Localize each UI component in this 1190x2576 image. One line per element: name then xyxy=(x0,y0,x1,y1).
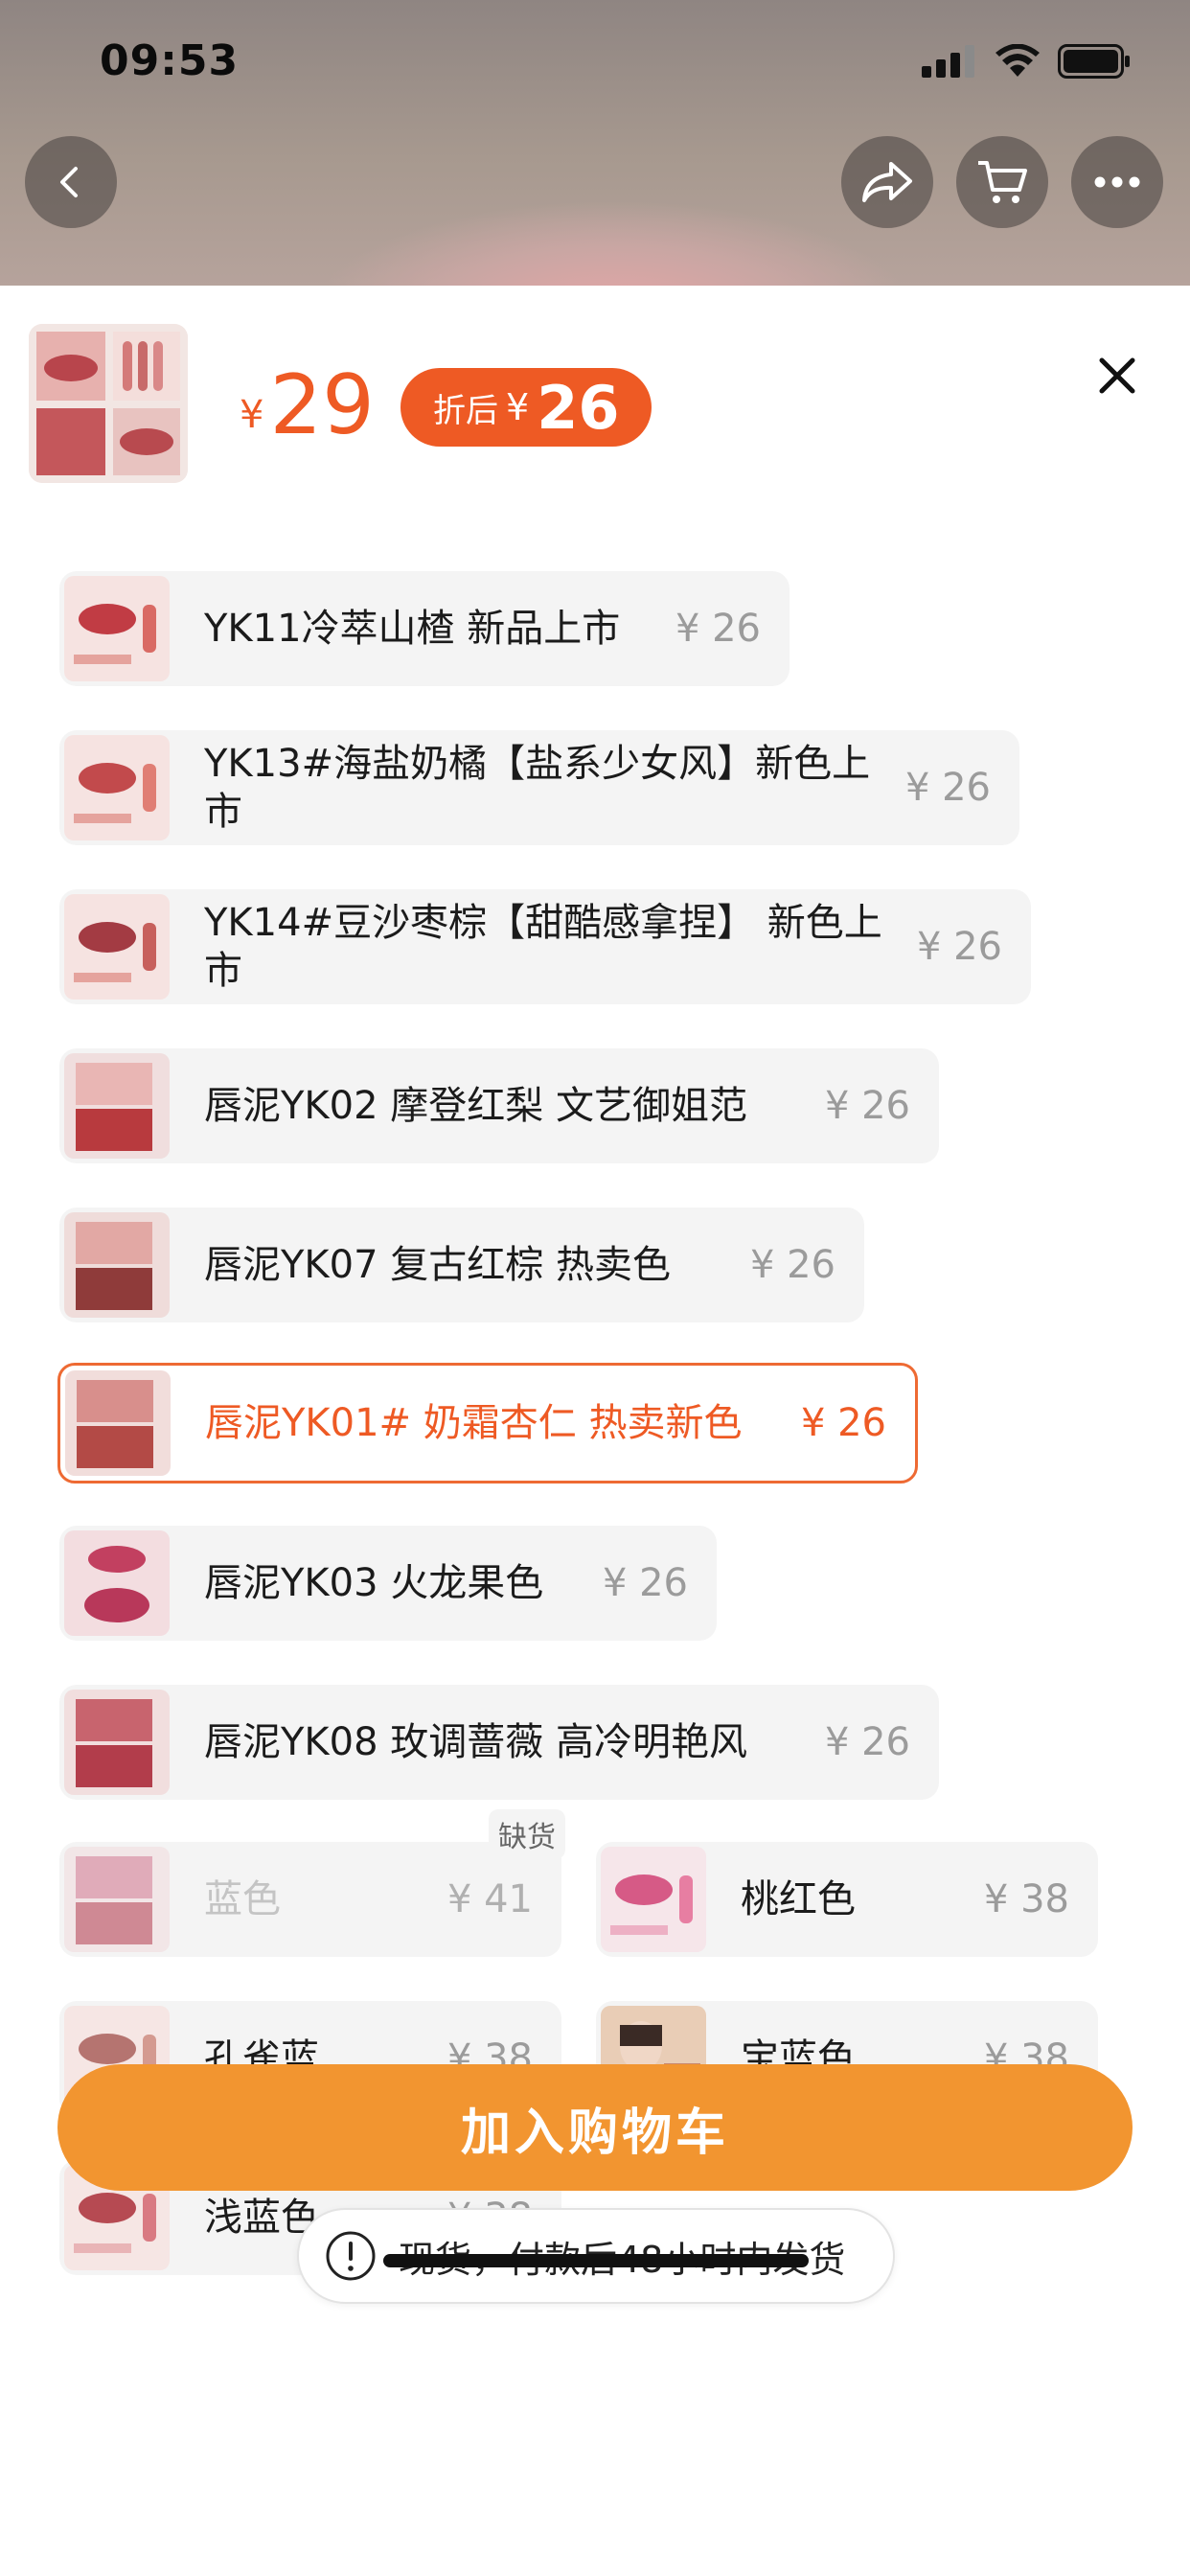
sku-name: YK11冷萃山楂 新品上市 xyxy=(204,607,621,651)
sku-price: ¥ 26 xyxy=(904,766,991,810)
price-currency: ¥ xyxy=(240,393,264,437)
sku-name: 唇泥YK01# 奶霜杏仁 热卖新色 xyxy=(205,1401,743,1445)
status-icons xyxy=(922,44,1131,79)
wifi-icon xyxy=(995,44,1040,77)
close-button[interactable] xyxy=(1090,349,1144,402)
sku-name: 唇泥YK03 火龙果色 xyxy=(204,1561,544,1605)
sku-price: ¥ 26 xyxy=(916,925,1002,969)
product-photo-backdrop: 09:53 xyxy=(0,0,1190,288)
close-icon xyxy=(1099,357,1135,394)
sku-option[interactable]: 唇泥YK07 复古红棕 热卖色 ¥ 26 xyxy=(59,1208,864,1322)
add-to-cart-button[interactable]: 加入购物车 xyxy=(57,2064,1133,2191)
sku-thumbnail xyxy=(64,1530,170,1636)
sku-option[interactable]: 唇泥YK02 摩登红梨 文艺御姐范 ¥ 26 xyxy=(59,1048,939,1163)
sku-thumbnail xyxy=(64,1690,170,1795)
product-thumbnail[interactable] xyxy=(29,324,188,483)
discount-currency: ¥ xyxy=(506,386,530,428)
sku-option-selected[interactable]: 唇泥YK01# 奶霜杏仁 热卖新色 ¥ 26 xyxy=(57,1363,918,1484)
discount-label: 折后 xyxy=(433,391,498,430)
sku-thumbnail xyxy=(64,735,170,840)
price-display: ¥ 29 xyxy=(240,364,375,447)
cart-button-top[interactable] xyxy=(956,136,1048,228)
signal-icon xyxy=(922,45,974,78)
battery-icon xyxy=(1058,44,1130,79)
cart-icon xyxy=(978,161,1027,203)
sku-price: ¥ 26 xyxy=(749,1243,835,1287)
out-of-stock-badge: 缺货 xyxy=(489,1809,565,1859)
sku-thumbnail xyxy=(601,1847,706,1952)
sku-option-out-of-stock[interactable]: 蓝色 ¥ 41 缺货 xyxy=(59,1809,565,1957)
sku-option[interactable]: YK14#豆沙枣棕【甜酷感拿捏】 新色上市 ¥ 26 xyxy=(59,889,1031,1004)
sku-thumbnail xyxy=(64,894,170,1000)
sku-price: ¥ 26 xyxy=(824,1084,910,1128)
discount-price-badge: 折后 ¥ 26 xyxy=(400,368,652,447)
more-button[interactable] xyxy=(1071,136,1163,228)
sku-name: 桃红色 xyxy=(741,1877,856,1921)
sku-option[interactable]: YK13#海盐奶橘【盐系少女风】新色上市 ¥ 26 xyxy=(59,730,1019,845)
sku-price: ¥ 41 xyxy=(446,1877,533,1921)
back-icon xyxy=(60,167,78,197)
sku-name: 唇泥YK07 复古红棕 热卖色 xyxy=(204,1243,671,1287)
price-value: 29 xyxy=(269,357,375,453)
sku-thumbnail xyxy=(64,1212,170,1318)
sku-thumbnail xyxy=(64,1053,170,1159)
sku-name: 唇泥YK02 摩登红梨 文艺御姐范 xyxy=(204,1084,747,1128)
sku-option[interactable]: YK11冷萃山楂 新品上市 ¥ 26 xyxy=(59,571,790,686)
more-icon xyxy=(1094,176,1140,188)
sku-price: ¥ 26 xyxy=(675,607,761,651)
home-indicator xyxy=(383,2254,809,2267)
sku-price: ¥ 26 xyxy=(800,1401,886,1445)
sku-price: ¥ 26 xyxy=(602,1561,688,1605)
sku-option[interactable]: 唇泥YK03 火龙果色 ¥ 26 xyxy=(59,1526,717,1641)
sku-thumbnail xyxy=(65,1370,171,1476)
sku-selector-sheet: ¥ 29 折后 ¥ 26 YK11冷萃山楂 新品上市 ¥ 26 YK13#海盐奶… xyxy=(0,286,1190,2576)
share-button[interactable] xyxy=(841,136,933,228)
sku-thumbnail xyxy=(64,576,170,681)
sku-name: YK14#豆沙枣棕【甜酷感拿捏】 新色上市 xyxy=(204,901,882,993)
sku-name: YK13#海盐奶橘【盐系少女风】新色上市 xyxy=(204,742,871,834)
sku-price: ¥ 38 xyxy=(983,1877,1069,1921)
share-icon xyxy=(862,162,912,202)
sku-price: ¥ 26 xyxy=(824,1720,910,1764)
info-icon xyxy=(326,2231,376,2281)
status-time: 09:53 xyxy=(100,36,240,85)
sku-option[interactable]: 唇泥YK08 玫调蔷薇 高冷明艳风 ¥ 26 xyxy=(59,1685,939,1800)
sku-name: 唇泥YK08 玫调蔷薇 高冷明艳风 xyxy=(204,1720,747,1764)
sku-name: 蓝色 xyxy=(204,1877,281,1921)
back-button[interactable] xyxy=(25,136,117,228)
sku-option[interactable]: 桃红色 ¥ 38 xyxy=(596,1842,1098,1957)
discount-value: 26 xyxy=(537,372,620,443)
sku-thumbnail xyxy=(64,1847,170,1952)
